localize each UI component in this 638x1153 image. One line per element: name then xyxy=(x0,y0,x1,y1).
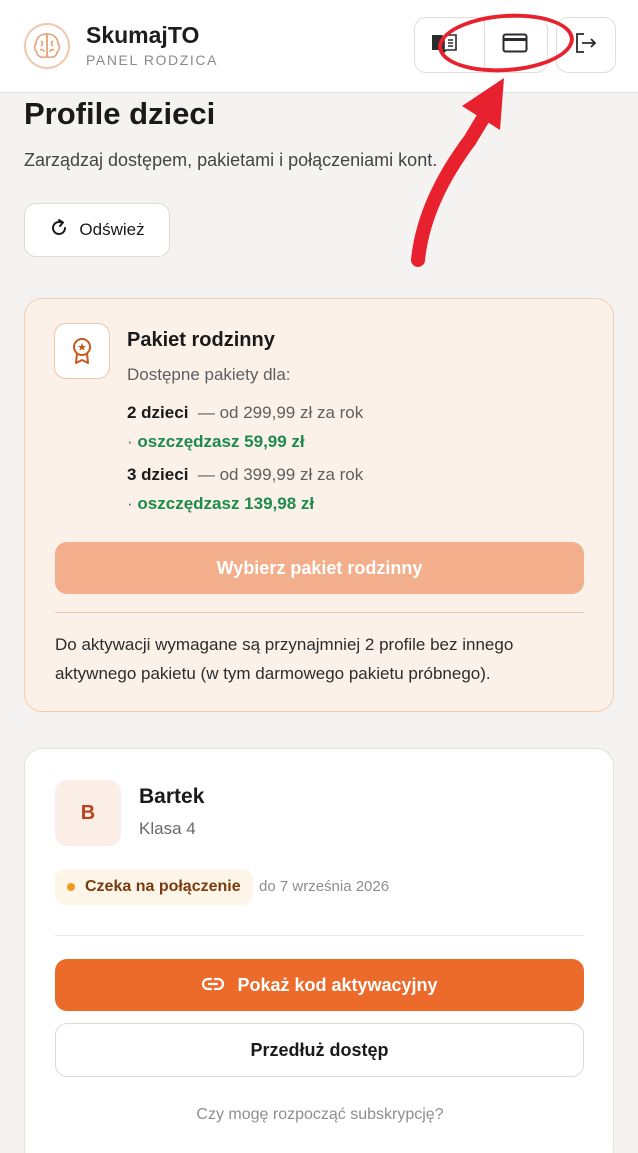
family-package-card: Pakiet rodzinny Dostępne pakiety dla: 2 … xyxy=(24,298,614,712)
status-text: Czeka na połączenie xyxy=(85,878,241,895)
package-option-kids: 3 dzieci xyxy=(127,465,189,484)
extend-access-button[interactable]: Przedłuż dostęp xyxy=(55,1023,584,1077)
package-available-label: Dostępne pakiety dla: xyxy=(127,365,291,384)
link-icon xyxy=(201,975,225,996)
package-option-price: — od 299,99 zł za rok xyxy=(197,403,364,422)
choose-family-package-button[interactable]: Wybierz pakiet rodzinny xyxy=(55,542,584,594)
avatar: B xyxy=(55,780,121,846)
child-grade: Klasa 4 xyxy=(139,819,196,838)
package-option-2-line: 2 dzieci — od 299,99 zł za rok xyxy=(127,403,363,423)
subscription-faq-link[interactable]: Czy mogę rozpocząć subskrypcję? xyxy=(25,1106,615,1124)
status-dot-icon xyxy=(67,883,75,891)
package-saving-text: oszczędzasz 139,98 zł xyxy=(137,494,315,513)
package-option-2-saving: · oszczędzasz 59,99 zł xyxy=(127,432,305,451)
access-valid-until: do 7 września 2026 xyxy=(259,878,390,895)
refresh-label: Odśwież xyxy=(79,220,145,239)
divider xyxy=(55,935,584,936)
refresh-icon xyxy=(49,218,69,243)
package-saving-text: oszczędzasz 59,99 zł xyxy=(137,432,305,451)
package-activation-note: Do aktywacji wymagane są przynajmniej 2 … xyxy=(55,635,514,683)
child-profile-card: B Bartek Klasa 4 Czeka na połączenie do … xyxy=(24,748,614,1153)
page-title: Profile dzieci xyxy=(24,96,216,131)
child-name: Bartek xyxy=(139,785,205,808)
logout-icon xyxy=(574,32,598,59)
brain-logo-icon xyxy=(24,23,70,69)
divider xyxy=(55,612,584,613)
package-option-price: — od 399,99 zł za rok xyxy=(197,465,364,484)
medal-icon xyxy=(54,323,110,379)
show-activation-code-button[interactable]: Pokaż kod aktywacyjny xyxy=(55,959,584,1011)
brand-title: SkumajTO xyxy=(86,22,200,48)
package-option-3-saving: · oszczędzasz 139,98 zł xyxy=(127,494,315,513)
package-option-kids: 2 dzieci xyxy=(127,403,189,422)
package-title: Pakiet rodzinny xyxy=(127,329,275,351)
page-subtitle: Zarządzaj dostępem, pakietami i połączen… xyxy=(24,150,438,170)
package-option-3-line: 3 dzieci — od 399,99 zł za rok xyxy=(127,465,363,485)
show-activation-code-label: Pokaż kod aktywacyjny xyxy=(237,974,438,995)
status-badge: Czeka na połączenie xyxy=(55,869,253,905)
refresh-button[interactable]: Odśwież xyxy=(24,203,170,257)
brand-subtitle: PANEL RODZICA xyxy=(86,52,219,68)
